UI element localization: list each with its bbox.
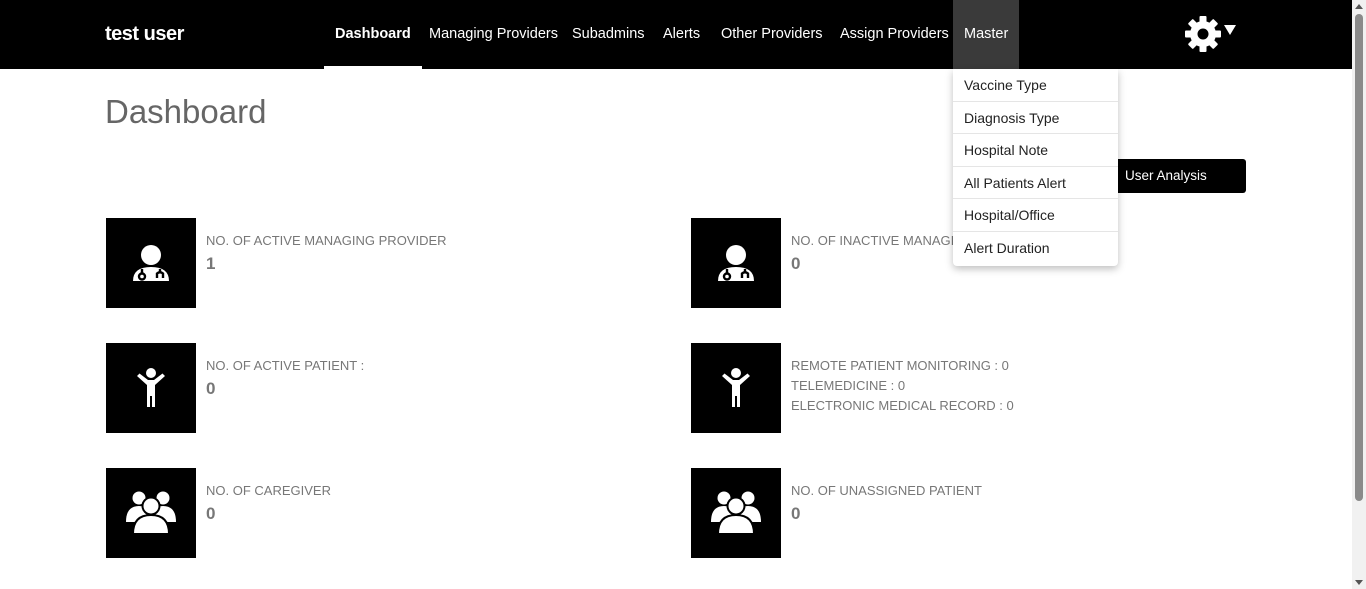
menu-item-all-patients-alert[interactable]: All Patients Alert [953, 167, 1118, 199]
stat-value: 0 [206, 504, 216, 523]
stat-tile [691, 218, 781, 308]
top-navbar: test user Dashboard Managing Providers S… [0, 0, 1352, 69]
nav-master[interactable]: Master [953, 0, 1020, 69]
page-scrollbar[interactable] [1352, 0, 1366, 589]
menu-item-hospital-note[interactable]: Hospital Note [953, 134, 1118, 167]
child-icon [106, 343, 196, 433]
stat-value: 0 [206, 379, 216, 398]
gear-icon [1185, 16, 1221, 52]
menu-item-diagnosis-type[interactable]: Diagnosis Type [953, 102, 1118, 134]
stat-label: NO. OF UNASSIGNED PATIENT [791, 483, 982, 498]
nav-alerts[interactable]: Alerts [663, 0, 700, 69]
nav-assign-providers[interactable]: Assign Providers [840, 0, 949, 69]
stat-tile [106, 343, 196, 433]
group-icon [106, 468, 196, 558]
menu-item-alert-duration[interactable]: Alert Duration [953, 232, 1118, 265]
scrollbar-thumb[interactable] [1355, 14, 1363, 501]
telemedicine-count: TELEMEDICINE : 0 [791, 378, 906, 393]
scroll-down-arrow-icon[interactable] [1355, 580, 1363, 585]
rpm-count: REMOTE PATIENT MONITORING : 0 [791, 358, 1009, 373]
page-title: Dashboard [105, 93, 267, 130]
user-analysis-button[interactable]: User Analysis [1104, 159, 1246, 193]
settings-menu-button[interactable] [1184, 15, 1240, 53]
brand-logo[interactable]: test user [105, 23, 184, 46]
emr-count: ELECTRONIC MEDICAL RECORD : 0 [791, 398, 1014, 413]
nav-other-providers[interactable]: Other Providers [721, 0, 823, 69]
master-dropdown-menu: Vaccine Type Diagnosis Type Hospital Not… [953, 69, 1118, 266]
menu-item-hospital-office[interactable]: Hospital/Office [953, 199, 1118, 232]
stat-value: 0 [791, 504, 801, 523]
caret-down-icon [1224, 25, 1236, 35]
stat-label: NO. OF CAREGIVER [206, 483, 331, 498]
menu-item-vaccine-type[interactable]: Vaccine Type [953, 69, 1118, 102]
child-icon [691, 343, 781, 433]
group-icon [691, 468, 781, 558]
nav-managing-providers[interactable]: Managing Providers [429, 0, 558, 69]
stat-label: NO. OF ACTIVE MANAGING PROVIDER [206, 233, 447, 248]
nav-dashboard[interactable]: Dashboard [324, 0, 422, 69]
program-count-list: REMOTE PATIENT MONITORING : 0 TELEMEDICI… [791, 356, 1014, 416]
stat-tile [106, 468, 196, 558]
doctor-icon [106, 218, 196, 308]
doctor-icon [691, 218, 781, 308]
stat-tile [691, 468, 781, 558]
stat-value: 1 [206, 254, 216, 273]
nav-subadmins[interactable]: Subadmins [572, 0, 645, 69]
scroll-up-arrow-icon[interactable] [1355, 4, 1363, 9]
stat-label: NO. OF ACTIVE PATIENT : [206, 358, 365, 373]
stat-tile [106, 218, 196, 308]
stat-tile [691, 343, 781, 433]
stat-value: 0 [791, 254, 801, 273]
